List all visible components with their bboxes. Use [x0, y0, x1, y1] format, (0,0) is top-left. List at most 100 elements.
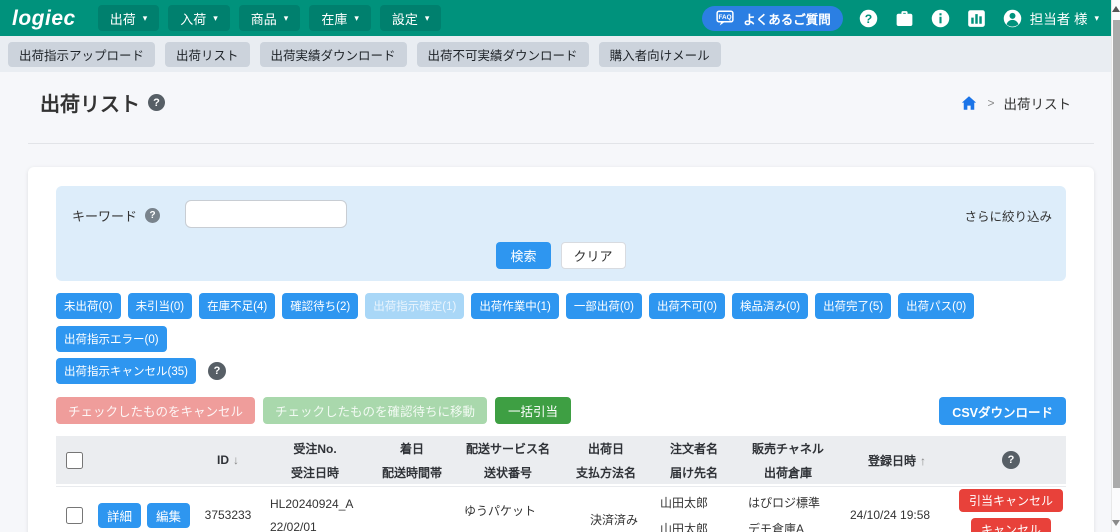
filter-not-shipped[interactable]: 未出荷(0) [56, 293, 121, 319]
move-checked-button[interactable]: チェックしたものを確認待ちに移動 [263, 397, 487, 424]
shipping-table: ID↓ 受注No. 受注日時 着日 配送時間帯 配送サービス名 送状番号 出荷日… [56, 436, 1066, 532]
filters-help-icon[interactable]: ? [208, 362, 226, 380]
edit-button[interactable]: 編集 [147, 503, 190, 528]
chevron-down-icon: ▾ [143, 14, 148, 23]
header-order-no: 受注No. 受注日時 [260, 440, 370, 481]
filter-passed[interactable]: 出荷パス(0) [898, 293, 974, 319]
menu-shipping[interactable]: 出荷▾ [98, 5, 160, 31]
search-panel: キーワード ? さらに絞り込み 検索 クリア [56, 186, 1066, 281]
main-menu: 出荷▾ 入荷▾ 商品▾ 在庫▾ 設定▾ [98, 5, 442, 31]
filter-unshippable[interactable]: 出荷不可(0) [649, 293, 725, 319]
sort-asc-icon: ↑ [920, 454, 926, 468]
sort-desc-icon: ↓ [233, 453, 239, 467]
cell-orderer: 山田太郎 山田太郎 [650, 494, 738, 532]
cell-row-actions: 引当キャンセル キャンセル [956, 489, 1066, 532]
header-ship-date: 出荷日 支払方法名 [562, 440, 650, 481]
header-actions: ? [956, 451, 1066, 469]
menu-inventory[interactable]: 在庫▾ [309, 5, 371, 31]
more-filters-link[interactable]: さらに絞り込み [964, 206, 1052, 225]
cancel-row-button[interactable]: キャンセル [971, 518, 1051, 532]
header-divider [28, 143, 1094, 144]
status-filter-row-1: 未出荷(0) 未引当(0) 在庫不足(4) 確認待ち(2) 出荷指示確定(1) … [56, 293, 1066, 352]
navbar-right: FAQ よくあるご質問 ? 担当者 様 [702, 6, 1099, 31]
scrollbar-up-arrow-icon[interactable] [1112, 6, 1120, 12]
svg-text:?: ? [864, 11, 871, 25]
briefcase-icon[interactable] [894, 8, 915, 29]
header-checkbox-cell [56, 452, 92, 469]
cell-order-no: HL20240924_A 22/02/01 [260, 497, 370, 532]
filter-out-of-stock[interactable]: 在庫不足(4) [199, 293, 275, 319]
tab-buyer-mail[interactable]: 購入者向けメール [599, 42, 721, 67]
header-registered-at[interactable]: 登録日時↑ [838, 452, 956, 469]
menu-receiving[interactable]: 入荷▾ [168, 5, 230, 31]
scrollbar-thumb[interactable] [1113, 20, 1120, 488]
keyword-input[interactable] [185, 200, 347, 228]
bar-chart-icon[interactable] [966, 8, 987, 29]
keyword-label: キーワード [72, 206, 137, 225]
filter-inspected[interactable]: 検品済み(0) [732, 293, 808, 319]
filter-completed[interactable]: 出荷完了(5) [815, 293, 891, 319]
filter-partially-shipped[interactable]: 一部出荷(0) [566, 293, 642, 319]
header-arrival: 着日 配送時間帯 [370, 440, 454, 481]
tab-unshippable-results-download[interactable]: 出荷不可実績ダウンロード [417, 42, 589, 67]
cancel-checked-button[interactable]: チェックしたものをキャンセル [56, 397, 255, 424]
user-name: 担当者 様 [1030, 8, 1088, 28]
menu-products[interactable]: 商品▾ [239, 5, 301, 31]
filter-instruction-confirmed[interactable]: 出荷指示確定(1) [365, 293, 464, 319]
filter-in-progress[interactable]: 出荷作業中(1) [471, 293, 559, 319]
scrollbar-down-arrow-icon[interactable] [1112, 520, 1120, 526]
select-all-checkbox[interactable] [66, 452, 83, 469]
filter-instruction-cancelled[interactable]: 出荷指示キャンセル(35) [56, 358, 196, 384]
chevron-down-icon: ▾ [354, 14, 359, 23]
logiec-logo: logiec [12, 8, 76, 29]
chevron-down-icon: ▾ [213, 14, 218, 23]
detail-button[interactable]: 詳細 [98, 503, 141, 528]
filter-instruction-error[interactable]: 出荷指示エラー(0) [56, 326, 167, 352]
bulk-actions-row: チェックしたものをキャンセル チェックしたものを確認待ちに移動 一括引当 CSV… [56, 397, 1066, 424]
info-icon[interactable] [930, 8, 951, 29]
table-row: 詳細 編集 3753233 HL20240924_A 22/02/01 ゆうパケ… [56, 486, 1066, 532]
top-navbar: logiec 出荷▾ 入荷▾ 商品▾ 在庫▾ 設定▾ FAQ よくあるご質問 ? [0, 0, 1111, 36]
warehouse: デモ倉庫A [748, 520, 804, 532]
header-delivery-service: 配送サービス名 送状番号 [454, 440, 562, 481]
user-menu[interactable]: 担当者 様 ▾ [1002, 8, 1099, 29]
keyword-help-icon[interactable]: ? [145, 208, 160, 223]
cell-registered-at: 24/10/24 19:58 [838, 508, 956, 522]
chevron-down-icon: ▾ [425, 14, 430, 23]
delivery-service: ゆうパケット [464, 502, 536, 519]
breadcrumb-current: 出荷リスト [1004, 93, 1072, 113]
order-no: HL20240924_A [270, 497, 353, 511]
home-icon[interactable] [960, 94, 978, 112]
faq-button[interactable]: FAQ よくあるご質問 [702, 6, 843, 31]
status-filter-row-2: 出荷指示キャンセル(35) ? [56, 358, 1066, 384]
cell-channel: はぴロジ標準 デモ倉庫A [738, 494, 838, 532]
filter-awaiting-confirmation[interactable]: 確認待ち(2) [282, 293, 358, 319]
chevron-down-icon: ▾ [284, 14, 289, 23]
user-avatar-icon [1002, 8, 1023, 29]
faq-bubble-icon: FAQ [714, 9, 736, 27]
tab-shipping-results-download[interactable]: 出荷実績ダウンロード [260, 42, 407, 67]
header-id[interactable]: ID↓ [196, 453, 260, 467]
table-help-icon[interactable]: ? [1002, 451, 1020, 469]
search-buttons: 検索 クリア [56, 242, 1066, 269]
clear-button[interactable]: クリア [561, 242, 626, 269]
sub-navbar: 出荷指示アップロード 出荷リスト 出荷実績ダウンロード 出荷不可実績ダウンロード… [0, 36, 1111, 72]
search-button[interactable]: 検索 [496, 242, 550, 269]
unallocate-button[interactable]: 引当キャンセル [959, 489, 1063, 512]
filter-unallocated[interactable]: 未引当(0) [128, 293, 193, 319]
sales-channel: はぴロジ標準 [748, 494, 820, 511]
menu-settings[interactable]: 設定▾ [380, 5, 442, 31]
header-orderer: 注文者名 届け先名 [650, 440, 738, 481]
row-checkbox-cell [56, 507, 92, 524]
tab-shipping-instruction-upload[interactable]: 出荷指示アップロード [8, 42, 155, 67]
page-title-help-icon[interactable]: ? [148, 94, 165, 111]
bulk-allocate-button[interactable]: 一括引当 [495, 397, 571, 424]
csv-download-button[interactable]: CSVダウンロード [939, 397, 1066, 425]
cell-arrival [370, 511, 454, 520]
row-checkbox[interactable] [66, 507, 83, 524]
header-channel: 販売チャネル 出荷倉庫 [738, 440, 838, 481]
breadcrumb: > 出荷リスト [960, 93, 1071, 113]
help-icon[interactable]: ? [858, 8, 879, 29]
cell-id: 3753233 [196, 508, 260, 522]
tab-shipping-list[interactable]: 出荷リスト [165, 42, 250, 67]
